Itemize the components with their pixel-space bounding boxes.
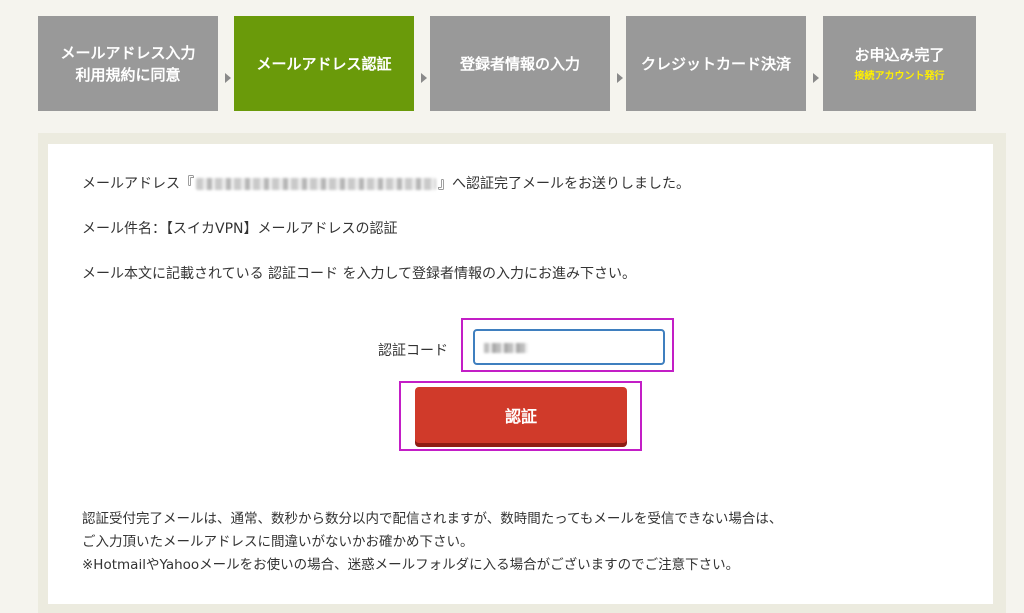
- verification-code-label: 認証コード: [378, 343, 448, 359]
- step-arrow-icon: [225, 73, 231, 83]
- notice-line: ※HotmailやYahooメールをお使いの場合、迷惑メールフォルダに入る場合が…: [82, 557, 740, 573]
- step-registrant-info: 登録者情報の入力: [430, 16, 610, 111]
- notice-line: 認証受付完了メールは、通常、数秒から数分以内で配信されますが、数時間たってもメー…: [82, 511, 783, 527]
- verification-code-input[interactable]: [473, 329, 665, 365]
- instruction-text: メール本文に記載されている 認証コード を入力して登録者情報の入力にお進み下さい…: [82, 266, 637, 282]
- content-frame: メールアドレス『 』へ認証完了メールをお送りしました。 メール件名：【スイカVPN…: [38, 133, 1006, 613]
- step-credit-card: クレジットカード決済: [626, 16, 806, 111]
- step-label: クレジットカード決済: [640, 54, 791, 73]
- notice-text: 認証受付完了メールは、通常、数秒から数分以内で配信されますが、数時間たってもメー…: [82, 508, 782, 577]
- step-label: メールアドレス入力: [60, 43, 196, 62]
- step-email-verification: メールアドレス認証: [234, 16, 414, 111]
- step-arrow-icon: [421, 73, 427, 83]
- content-panel: メールアドレス『 』へ認証完了メールをお送りしました。 メール件名：【スイカVPN…: [48, 144, 993, 604]
- step-label: 登録者情報の入力: [459, 54, 580, 73]
- verify-button[interactable]: 認証: [415, 387, 627, 443]
- step-label-2: 利用規約に同意: [75, 65, 181, 84]
- step-label: お申込み完了: [854, 45, 945, 64]
- page: メールアドレス入力 利用規約に同意 メールアドレス認証 登録者情報の入力 クレジ…: [0, 0, 1024, 613]
- step-arrow-icon: [617, 73, 623, 83]
- step-arrow-icon: [813, 73, 819, 83]
- sent-message: メールアドレス『 』へ認証完了メールをお送りしました。: [82, 173, 690, 193]
- sent-message-prefix: メールアドレス『: [82, 176, 194, 192]
- step-label: メールアドレス認証: [256, 54, 392, 73]
- progress-steps: メールアドレス入力 利用規約に同意 メールアドレス認証 登録者情報の入力 クレジ…: [38, 16, 978, 112]
- step-sublabel: 接続アカウント発行: [854, 70, 945, 82]
- mail-subject: メール件名：【スイカVPN】メールアドレスの認証: [82, 221, 398, 237]
- step-email-input: メールアドレス入力 利用規約に同意: [38, 16, 218, 111]
- notice-line: ご入力頂いたメールアドレスに間違いがないかお確かめ下さい。: [82, 534, 474, 550]
- step-complete: お申込み完了 接続アカウント発行: [823, 16, 976, 111]
- redacted-email: [196, 178, 436, 190]
- sent-message-suffix: 』へ認証完了メールをお送りしました。: [438, 176, 690, 192]
